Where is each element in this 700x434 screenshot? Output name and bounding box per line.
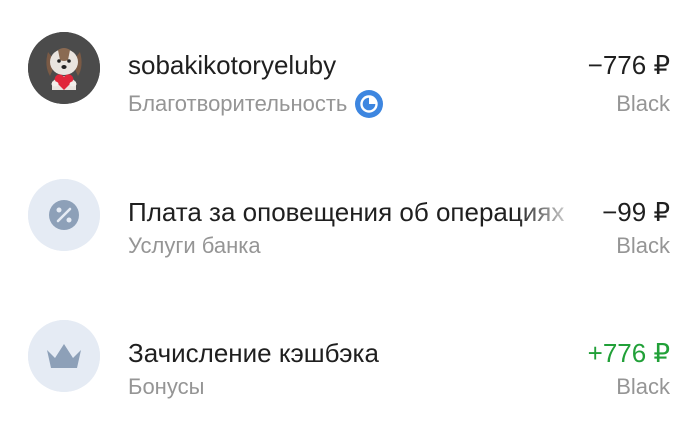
transaction-row[interactable]: sobakikotoryeluby Благотворительность −7… xyxy=(0,16,700,118)
percent-icon xyxy=(28,179,100,251)
card-name: Black xyxy=(616,233,670,258)
crown-icon xyxy=(28,320,100,392)
dog-with-heart-avatar xyxy=(28,32,100,104)
transaction-title: Плата за оповещения об операциях xyxy=(128,197,565,227)
transaction-category: Услуги банка xyxy=(128,232,261,260)
category-label: Благотворительность xyxy=(128,91,348,116)
transaction-list: sobakikotoryeluby Благотворительность −7… xyxy=(0,0,700,434)
transaction-amount: +776 ₽ xyxy=(587,338,670,368)
transaction-row[interactable]: Зачисление кэшбэка Бонусы +776 ₽ Black xyxy=(0,301,700,401)
card-name: Black xyxy=(616,91,670,116)
card-name: Black xyxy=(616,374,670,399)
category-label: Бонусы xyxy=(128,374,205,399)
transaction-category: Бонусы xyxy=(128,373,204,401)
charity-pie-icon xyxy=(355,90,384,118)
transaction-row[interactable]: Плата за оповещения об операциях Услуги … xyxy=(0,160,700,260)
category-label: Услуги банка xyxy=(128,233,261,258)
transaction-amount: −776 ₽ xyxy=(587,50,670,80)
transaction-title: sobakikotoryeluby xyxy=(128,50,337,80)
transaction-category: Благотворительность xyxy=(128,90,384,118)
transaction-title: Зачисление кэшбэка xyxy=(128,338,379,368)
transaction-amount: −99 ₽ xyxy=(602,197,670,227)
